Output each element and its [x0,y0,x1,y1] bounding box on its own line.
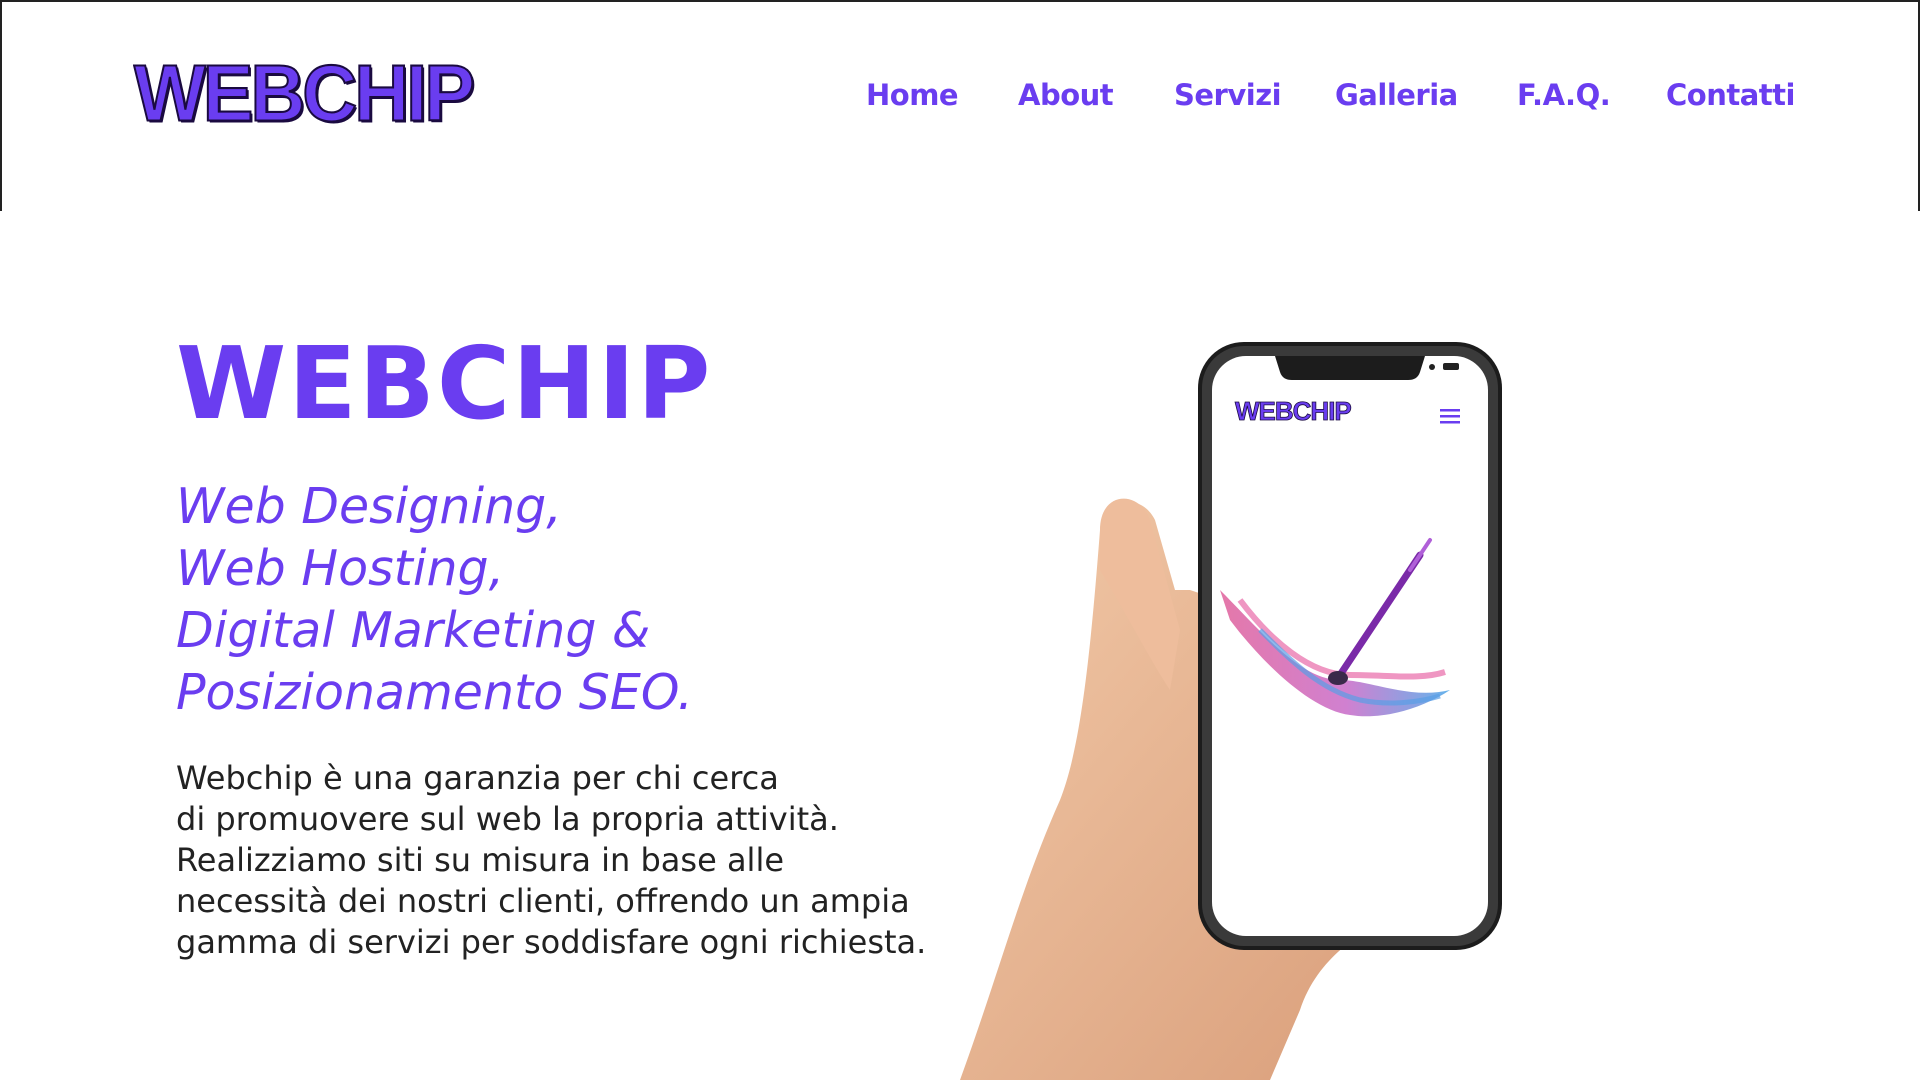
hero-description: Webchip è una garanzia per chi cerca di … [176,758,926,963]
hero-subtitle-line: Posizionamento SEO. [176,664,693,721]
hand-holding-phone-image: WEBCHIP [960,342,1502,1080]
page: WEBCHIP Home About Servizi Galleria F.A.… [0,0,1920,1080]
nav-link-faq[interactable]: F.A.Q. [1517,78,1611,112]
hero-description-line: Realizziamo siti su misura in base alle [176,841,785,879]
hero-description-line: di promuovere sul web la propria attivit… [176,800,839,838]
nav-link-home[interactable]: Home [866,78,959,112]
nav-link-servizi[interactable]: Servizi [1174,78,1282,112]
site-header: WEBCHIP Home About Servizi Galleria F.A.… [0,0,1920,211]
hero-description-line: gamma di servizi per soddisfare ogni ric… [176,923,927,961]
main-nav: Home About Servizi Galleria F.A.Q. Conta… [2,78,1920,118]
hero-title: WEBCHIP [176,325,713,442]
hamburger-icon[interactable] [1440,409,1460,424]
hero-subtitle-line: Web Designing, [176,478,562,535]
nav-link-galleria[interactable]: Galleria [1335,78,1458,112]
nav-link-about[interactable]: About [1018,78,1114,112]
hero-description-line: necessità dei nostri clienti, offrendo u… [176,882,910,920]
phone-logo: WEBCHIP [1235,396,1351,426]
hero-subtitle-line: Digital Marketing & [176,602,651,659]
hero-subtitle-line: Web Hosting, [176,540,505,597]
hero-subtitle: Web Designing, Web Hosting, Digital Mark… [176,476,693,724]
nav-link-contatti[interactable]: Contatti [1666,78,1795,112]
hero-description-line: Webchip è una garanzia per chi cerca [176,759,779,797]
